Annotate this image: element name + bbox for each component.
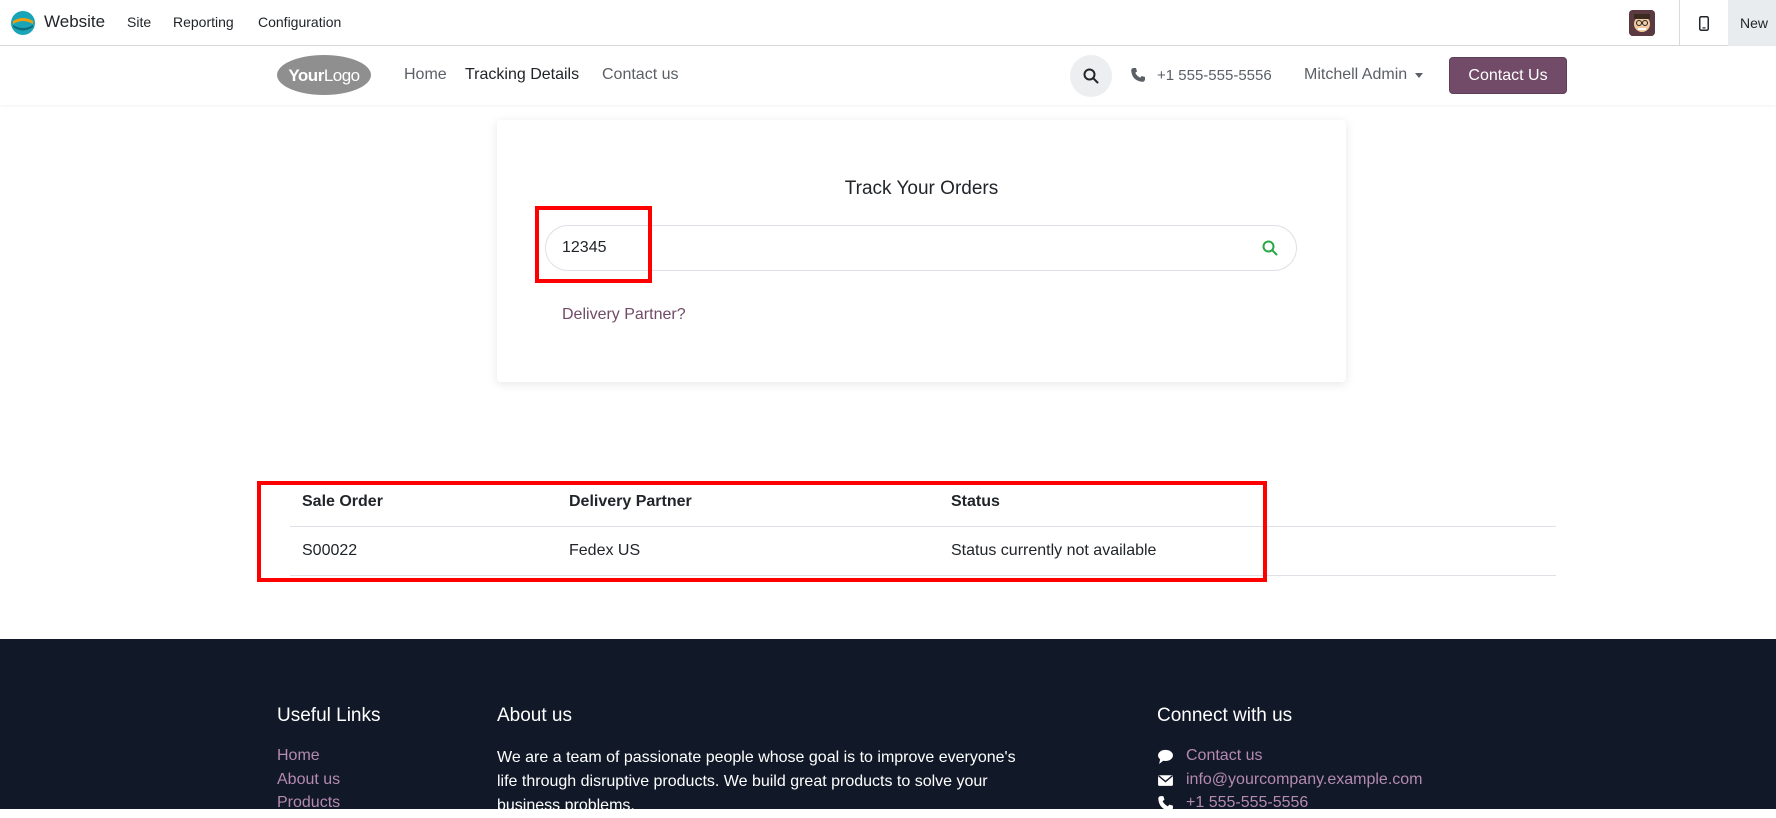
menu-site[interactable]: Site xyxy=(127,14,151,30)
envelope-icon xyxy=(1158,774,1173,786)
tracking-search-box xyxy=(545,225,1297,271)
nav-tracking-details[interactable]: Tracking Details xyxy=(465,66,579,84)
about-us-title: About us xyxy=(497,705,572,726)
user-name: Mitchell Admin xyxy=(1304,66,1408,83)
appbar-right-group: New xyxy=(1629,0,1776,46)
header-search-button[interactable] xyxy=(1070,55,1112,97)
menu-reporting[interactable]: Reporting xyxy=(173,14,234,30)
footer-email[interactable]: info@yourcompany.example.com xyxy=(1157,771,1423,789)
app-name[interactable]: Website xyxy=(44,12,105,32)
nav-contact-us[interactable]: Contact us xyxy=(602,66,678,84)
new-button[interactable]: New xyxy=(1728,0,1776,46)
footer-contact-us-label: Contact us xyxy=(1186,747,1263,764)
footer-phone-label: +1 555-555-5556 xyxy=(1186,794,1309,811)
menu-configuration[interactable]: Configuration xyxy=(258,14,341,30)
website-header: YourLogo Home Tracking Details Contact u… xyxy=(0,46,1776,105)
tracking-number-input[interactable] xyxy=(562,226,1202,270)
nav-home[interactable]: Home xyxy=(404,66,447,84)
footer-link-home[interactable]: Home xyxy=(277,747,320,765)
company-logo[interactable]: YourLogo xyxy=(276,54,372,96)
website-app-icon[interactable] xyxy=(10,10,36,36)
connect-title: Connect with us xyxy=(1157,705,1293,726)
delivery-partner-link[interactable]: Delivery Partner? xyxy=(562,306,686,324)
footer-phone[interactable]: +1 555-555-5556 xyxy=(1157,794,1308,812)
header-phone[interactable]: +1 555-555-5556 xyxy=(1157,67,1272,84)
svg-text:YourLogo: YourLogo xyxy=(288,66,359,85)
annotation-box-results xyxy=(257,481,1267,582)
mobile-preview-button[interactable] xyxy=(1680,0,1728,46)
site-footer: Useful Links Home About us Products Abou… xyxy=(0,639,1776,814)
footer-email-label: info@yourcompany.example.com xyxy=(1186,771,1423,788)
mobile-icon xyxy=(1699,15,1709,31)
phone-icon xyxy=(1131,68,1145,82)
user-menu[interactable]: Mitchell Admin xyxy=(1304,66,1424,84)
comment-icon xyxy=(1158,749,1173,764)
avatar-face-icon xyxy=(1629,10,1655,36)
annotation-box-input xyxy=(535,206,652,283)
card-title: Track Your Orders xyxy=(844,178,999,199)
search-icon xyxy=(1083,68,1099,84)
useful-links-title: Useful Links xyxy=(277,705,381,726)
footer-link-products[interactable]: Products xyxy=(277,794,340,812)
caret-down-icon xyxy=(1415,72,1424,78)
odoo-app-bar: Website Site Reporting Configuration New xyxy=(0,0,1776,46)
user-avatar[interactable] xyxy=(1629,10,1655,36)
footer-contact-us[interactable]: Contact us xyxy=(1157,747,1262,765)
about-us-text: We are a team of passionate people whose… xyxy=(497,749,1016,814)
search-icon[interactable] xyxy=(1262,240,1278,256)
footer-link-about-us[interactable]: About us xyxy=(277,771,340,789)
contact-us-button[interactable]: Contact Us xyxy=(1449,57,1567,94)
